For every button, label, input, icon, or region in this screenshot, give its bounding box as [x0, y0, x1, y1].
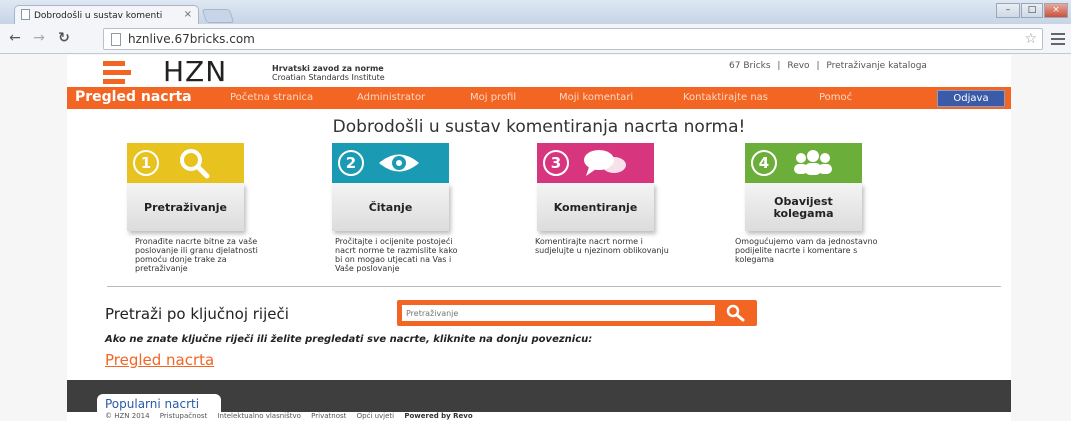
- search-label: Pretraži po ključnoj riječi: [105, 305, 289, 323]
- logo-mark-icon: [103, 60, 131, 84]
- institute-name: Hrvatski zavod za norme Croatian Standar…: [272, 64, 385, 82]
- step-card-comment[interactable]: 3 Komentiranje: [537, 143, 654, 237]
- nav-item-help[interactable]: Pomoć: [819, 92, 852, 103]
- site-header: HZN Hrvatski zavod za norme Croatian Sta…: [67, 55, 1011, 88]
- card-description: Pronađite nacrte bitne za vaše poslovanj…: [135, 237, 258, 273]
- speech-bubbles-icon: [584, 150, 626, 176]
- main-nav: Pregled nacrta Početna stranica Administ…: [67, 87, 1011, 109]
- address-bar[interactable]: hznlive.67bricks.com ☆: [103, 28, 1043, 50]
- card-description: Komentirajte nacrt norme i sudjelujte u …: [535, 237, 669, 255]
- page-icon: [21, 9, 30, 20]
- forward-icon[interactable]: →: [30, 30, 48, 46]
- search-bar: [397, 300, 757, 326]
- card-description: Pročitajte i ocijenite postojeći nacrt n…: [335, 237, 458, 273]
- step-number: 2: [338, 150, 364, 176]
- new-tab-button[interactable]: [201, 9, 235, 23]
- browser-toolbar: ← → ↻ hznlive.67bricks.com ☆: [0, 24, 1071, 54]
- card-label: Komentiranje: [553, 201, 638, 214]
- card-label: Pretraživanje: [144, 201, 227, 214]
- step-card-notify[interactable]: 4 Obavijest kolegama: [745, 143, 862, 237]
- step-card-search[interactable]: 1 Pretraživanje: [127, 143, 244, 237]
- magnifier-icon: [180, 149, 210, 179]
- title-bar: Dobrodošli u sustav komenti × – □ ×: [0, 0, 1071, 25]
- nav-item-comments[interactable]: Moji komentari: [559, 92, 633, 103]
- separator: |: [777, 61, 781, 71]
- popular-drafts-tab[interactable]: Popularni nacrti: [97, 394, 221, 414]
- back-icon[interactable]: ←: [6, 30, 24, 46]
- card-label: Čitanje: [368, 201, 413, 214]
- reload-icon[interactable]: ↻: [55, 30, 73, 46]
- card-body: Pretraživanje: [127, 183, 244, 231]
- nav-item-home[interactable]: Početna stranica: [230, 92, 313, 103]
- top-links: 67 Bricks | Revo | Pretraživanje katalog…: [727, 61, 929, 71]
- footer-link-privacy[interactable]: Privatnost: [311, 412, 346, 420]
- minimize-button[interactable]: –: [996, 3, 1020, 18]
- card-body: Komentiranje: [537, 183, 654, 231]
- url-text: hznlive.67bricks.com: [128, 32, 255, 46]
- card-header: 3: [537, 143, 654, 183]
- institute-name-hr: Hrvatski zavod za norme: [272, 64, 384, 73]
- footer-link-accessibility[interactable]: Pristupačnost: [160, 412, 207, 420]
- nav-item-profile[interactable]: Moj profil: [470, 92, 516, 103]
- card-header: 1: [127, 143, 244, 183]
- link-catalog-search[interactable]: Pretraživanje kataloga: [826, 61, 927, 71]
- divider: [107, 286, 1001, 287]
- link-67bricks[interactable]: 67 Bricks: [729, 61, 771, 71]
- eye-icon: [379, 154, 419, 172]
- logout-button[interactable]: Odjava: [937, 90, 1005, 107]
- search-icon[interactable]: [720, 302, 752, 324]
- search-input[interactable]: [402, 305, 715, 321]
- browser-tab[interactable]: Dobrodošli u sustav komenti ×: [14, 5, 199, 25]
- footer-link-terms[interactable]: Opći uvjeti: [357, 412, 395, 420]
- browser-window: Dobrodošli u sustav komenti × – □ × ← → …: [0, 0, 1071, 421]
- institute-name-en: Croatian Standards Institute: [272, 73, 385, 82]
- browse-drafts-link[interactable]: Pregled nacrta: [105, 351, 214, 369]
- card-header: 4: [745, 143, 862, 183]
- web-page: HZN Hrvatski zavod za norme Croatian Sta…: [67, 55, 1011, 421]
- footer-links: © HZN 2014 Pristupačnost Intelektualno v…: [67, 412, 1011, 421]
- nav-item-contact[interactable]: Kontaktirajte nas: [683, 92, 768, 103]
- maximize-button[interactable]: □: [1021, 3, 1043, 18]
- welcome-heading: Dobrodošli u sustav komentiranja nacrta …: [332, 117, 746, 137]
- card-description: Omogućujemo vam da jednostavno podijelit…: [735, 237, 878, 264]
- card-body: Obavijest kolegama: [745, 183, 862, 231]
- step-number: 3: [543, 150, 569, 176]
- copyright: © HZN 2014: [105, 412, 150, 420]
- browse-hint: Ako ne znate ključne riječi ili želite p…: [105, 334, 593, 345]
- link-revo[interactable]: Revo: [787, 61, 809, 71]
- logo-text: HZN: [163, 55, 228, 88]
- step-card-read[interactable]: 2 Čitanje: [332, 143, 449, 237]
- menu-icon[interactable]: [1051, 33, 1065, 45]
- close-tab-icon[interactable]: ×: [184, 9, 192, 20]
- powered-by: Powered by Revo: [404, 412, 473, 420]
- footer-link-ip[interactable]: Intelektualno vlasništvo: [217, 412, 300, 420]
- bookmark-star-icon[interactable]: ☆: [1024, 31, 1037, 47]
- separator: |: [816, 61, 820, 71]
- tab-title: Dobrodošli u sustav komenti: [34, 11, 163, 21]
- people-icon: [794, 150, 832, 175]
- close-window-button[interactable]: ×: [1044, 3, 1068, 18]
- step-number: 1: [133, 150, 159, 176]
- card-body: Čitanje: [332, 183, 449, 231]
- card-label: Obavijest kolegama: [773, 195, 834, 220]
- page-icon: [111, 33, 121, 46]
- nav-item-admin[interactable]: Administrator: [357, 92, 425, 103]
- step-number: 4: [751, 150, 777, 176]
- card-header: 2: [332, 143, 449, 183]
- nav-title[interactable]: Pregled nacrta: [75, 89, 192, 105]
